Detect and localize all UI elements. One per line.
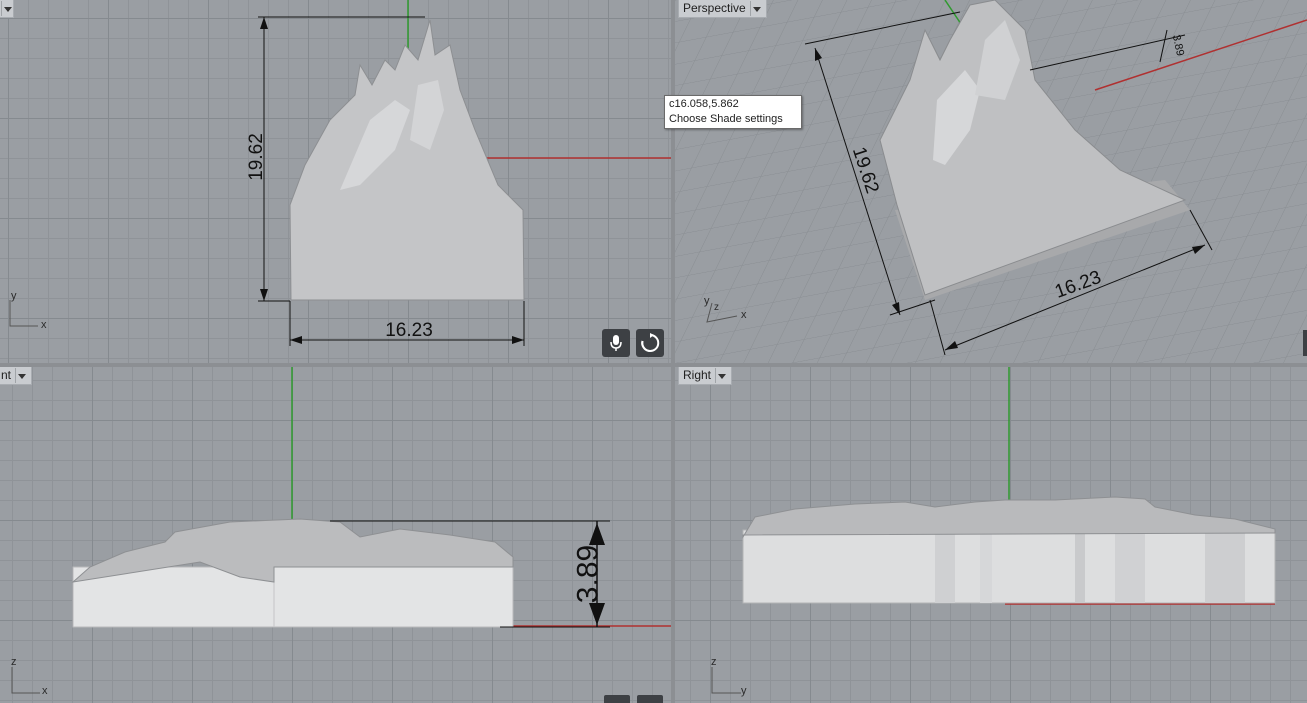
axis-y-label: y xyxy=(741,685,747,697)
axis-indicator xyxy=(11,667,40,694)
viewport-right[interactable]: Right z y xyxy=(675,367,1307,703)
dropdown-arrow-icon[interactable] xyxy=(715,368,727,383)
front-view-canvas: 3.89 xyxy=(11,367,671,703)
dropdown-arrow-icon[interactable] xyxy=(1,1,13,16)
rotate-icon xyxy=(641,333,660,352)
axis-z-label: z xyxy=(711,656,717,668)
axis-indicator xyxy=(9,300,38,327)
dropdown-arrow-icon[interactable] xyxy=(15,368,27,383)
viewport-perspective[interactable]: 19.62 16.23 3.89 Perspective y z x xyxy=(675,0,1307,363)
dropdown-arrow-icon[interactable] xyxy=(749,1,762,16)
tooltip-coordinates: c16.058,5.862 xyxy=(669,98,739,110)
axis-z-label: z xyxy=(11,656,17,668)
viewport-front-label: nt xyxy=(1,368,12,382)
model-base-side xyxy=(742,529,1276,604)
viewport-top[interactable]: 19.62 16.23 y x xyxy=(0,0,671,363)
axis-x-label: x xyxy=(41,319,47,331)
perspective-view-canvas: 19.62 16.23 3.89 xyxy=(675,0,1307,363)
relief-profile xyxy=(742,496,1276,539)
axis-y-label: y xyxy=(11,290,17,302)
viewport-right-label: Right xyxy=(683,368,712,382)
viewport-perspective-tab[interactable]: Perspective xyxy=(678,0,767,18)
viewport-button-edge[interactable] xyxy=(1303,330,1307,356)
axis-x-label: x xyxy=(741,309,747,321)
dim-width-label: 16.23 xyxy=(385,320,433,341)
viewport-perspective-label: Perspective xyxy=(683,1,746,15)
axis-x-label: x xyxy=(42,685,48,697)
axis-z-label: z xyxy=(714,302,719,313)
tooltip-text: Choose Shade settings xyxy=(669,113,783,125)
rotate-button-edge[interactable] xyxy=(637,695,663,703)
viewport-right-tab[interactable]: Right xyxy=(678,367,733,385)
viewport-front-tab[interactable]: nt xyxy=(0,367,33,385)
axis-indicator xyxy=(711,667,741,694)
microphone-button[interactable] xyxy=(602,329,630,357)
microphone-icon xyxy=(610,335,622,351)
axis-y-label: y xyxy=(704,295,710,307)
model-base-front xyxy=(72,566,514,628)
viewport-front[interactable]: 3.89 nt z x xyxy=(0,367,671,703)
shade-settings-tooltip: c16.058,5.862 Choose Shade settings xyxy=(664,95,802,129)
microphone-button-edge[interactable] xyxy=(604,695,630,703)
dim-depth-label: 3.89 xyxy=(572,545,605,603)
right-view-canvas xyxy=(711,367,1276,694)
dim-height-label: 19.62 xyxy=(246,133,267,181)
top-view-canvas: 19.62 16.23 xyxy=(9,0,671,346)
rotate-button[interactable] xyxy=(636,329,664,357)
relief-model xyxy=(289,19,525,301)
viewport-top-tab[interactable] xyxy=(0,0,14,18)
